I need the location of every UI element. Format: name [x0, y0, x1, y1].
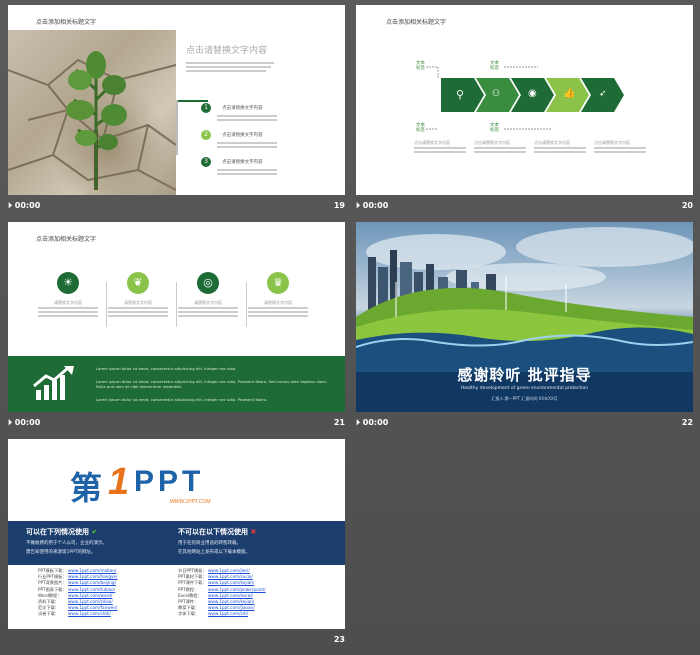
link-row: 试卷下载： www.1ppt.com/shiti/ — [38, 611, 178, 617]
check-icon: ✔ — [91, 528, 98, 536]
label-bottom-2: 文本 标签 — [490, 123, 499, 133]
slide-time: 00:00 — [14, 418, 41, 427]
banner-line-3: Lorem ipsum dolor sit amet, consectetur … — [96, 397, 268, 402]
cannot-item: 在其他网站上发布或以下载本模版。 — [178, 550, 250, 555]
banner-line-1: Lorem ipsum dolor sit amet, consectetur … — [96, 366, 237, 371]
cannot-item: 用于任何商业用途的转售转载。 — [178, 541, 241, 546]
feature-1: ☀ 请替换文字内容 — [38, 272, 98, 319]
cannot-title: 不可以在以下情况使用 ✖ — [178, 528, 257, 536]
link-url[interactable]: www.1ppt.com/jiaoan/ — [208, 605, 255, 610]
link-url[interactable]: www.1ppt.com/jieri/ — [208, 568, 250, 573]
bullet-label: 点击请替换文字内容 — [222, 160, 263, 165]
slide-meta-20: ⏵ 00:00 20 — [356, 199, 693, 213]
caption-2: 点击请替换文字内容 — [474, 140, 526, 155]
process-arrows — [426, 66, 624, 130]
label-top-2: 文本 标签 — [490, 61, 499, 71]
slide-meta-22: ⏵ 00:00 22 — [356, 416, 693, 430]
slide-thumbnail-19[interactable]: 点击添加相关标题文字 点击请替换文字内容 1 点击请替换文字内容 2 点击请替换… — [8, 5, 345, 195]
link-label: 试卷下载： — [38, 611, 59, 617]
can-item: 不做收费的用于个人公司，企业的演示。 — [26, 541, 107, 546]
link-url[interactable]: www.1ppt.com/sucai/ — [208, 574, 253, 579]
slide-number: 21 — [333, 418, 345, 427]
slide-time: 00:00 — [14, 201, 41, 210]
chart-arrow-icon — [33, 366, 74, 400]
slide-number: 19 — [333, 201, 345, 210]
thank-you-subtitle-en: Healthy development of green environment… — [460, 386, 589, 391]
slide-number: 23 — [333, 635, 345, 644]
thumbs-up-icon: 👍 — [563, 88, 576, 99]
slide-time: 00:00 — [362, 201, 389, 210]
link-url[interactable]: www.1ppt.com/kejian/ — [208, 599, 254, 604]
feature-2: ❦ 请替换文字内容 — [108, 272, 168, 319]
eye-icon: ◉ — [528, 88, 537, 99]
target-icon: ◎ — [197, 272, 219, 294]
caption-1: 点击请替换文字内容 — [414, 140, 466, 155]
play-icon: ⏵ — [8, 201, 15, 210]
step-marker: 3 — [201, 157, 211, 167]
link-url[interactable]: www.1ppt.com/excel/ — [208, 593, 253, 598]
link-url[interactable]: www.1ppt.com/hangye/ — [68, 574, 118, 579]
play-icon: ⏵ — [356, 201, 363, 210]
slide-thumbnail-20[interactable]: 点击添加相关标题文字 ⚲ ⚇ ◉ 👍 ➶ 文本 标签 文本 标签 文本 标签 文… — [356, 5, 693, 195]
banner-line-2: Lorem ipsum dolor sit amet, consectetur … — [96, 379, 328, 389]
thank-you-title: 感谢聆听 批评指导 — [457, 366, 592, 384]
photo-cracked-earth-plant — [8, 30, 176, 195]
slide-number: 22 — [681, 418, 693, 427]
bullet-2: 2 点击请替换文字内容 — [201, 121, 277, 150]
slide-thumbnail-23[interactable]: 第 1 PPT WWW.1PPT.COM 可以在下列情况使用 ✔ 不做收费的用于… — [8, 439, 345, 629]
link-url[interactable]: www.1ppt.com/ziliao/ — [68, 599, 113, 604]
link-url[interactable]: www.1ppt.com/moban/ — [68, 568, 116, 573]
slide-thumbnail-21[interactable]: 点击添加相关标题文字 ☀ 请替换文字内容 ❦ 请替换文字内容 ◎ 请替换文字内容… — [8, 222, 345, 412]
slide-time: 00:00 — [362, 418, 389, 427]
link-url[interactable]: www.1ppt.com/kejian/ — [208, 580, 254, 585]
feature-4: ♛ 请替换文字内容 — [248, 272, 308, 319]
usage-panel: 可以在下列情况使用 ✔ 不做收费的用于个人公司，企业的演示。 需告知使用的来源第… — [8, 521, 345, 565]
label-top-1: 文本 标签 — [416, 61, 425, 71]
slide-meta-21: ⏵ 00:00 21 — [8, 416, 345, 430]
trophy-icon: ♛ — [267, 272, 289, 294]
green-banner: Lorem ipsum dolor sit amet, consectetur … — [8, 356, 345, 412]
label-bottom-1: 文本 标签 — [416, 123, 425, 133]
links-right: 节日PPT模板：www.1ppt.com/jieri/PPT素材下载：www.1… — [178, 568, 318, 618]
link-url[interactable]: www.1ppt.com/ziti/ — [208, 611, 248, 616]
cross-icon: ✖ — [250, 528, 257, 536]
slide-thumbnail-22[interactable]: 感谢聆听 批评指导 Healthy development of green e… — [356, 222, 693, 412]
links-left: PPT模板下载：www.1ppt.com/moban/行业PPT模板：www.1… — [38, 568, 178, 618]
slide-heading: 点击请替换文字内容 — [186, 46, 268, 56]
rocket-icon: ➶ — [599, 89, 607, 99]
link-label: 字体下载： — [178, 611, 199, 617]
bullet-1: 1 点击请替换文字内容 — [201, 94, 277, 123]
bullet-3: 3 点击请替换文字内容 — [201, 148, 277, 177]
logo-1ppt: 第 1 PPT WWW.1PPT.COM — [70, 461, 211, 506]
lightbulb-icon: ☀ — [57, 272, 79, 294]
body-text-placeholder — [186, 60, 276, 74]
link-url[interactable]: www.1ppt.com/word/ — [68, 593, 112, 598]
people-icon: ⚇ — [492, 89, 501, 99]
can-item: 需告知使用的来源第1PPT的网址。 — [26, 550, 96, 555]
link-url[interactable]: www.1ppt.com/tubiao/ — [68, 587, 115, 592]
slide-meta-23: 23 — [8, 633, 345, 647]
feature-3: ◎ 请替换文字内容 — [178, 272, 238, 319]
caption-4: 点击请替换文字内容 — [594, 140, 646, 155]
search-icon: ⚲ — [456, 88, 465, 101]
presenter-line: 汇报人:第一PPT 汇报时间:XX年XX月 — [491, 396, 558, 401]
play-icon: ⏵ — [8, 418, 15, 427]
slide-number: 20 — [681, 201, 693, 210]
link-url[interactable]: www.1ppt.com/shiti/ — [68, 611, 111, 616]
caption-3: 点击请替换文字内容 — [534, 140, 586, 155]
slide-title: 点击添加相关标题文字 — [36, 19, 97, 26]
leaf-icon: ❦ — [127, 272, 149, 294]
link-url[interactable]: www.1ppt.com/powerpoint/ — [208, 587, 266, 592]
bullet-label: 点击请替换文字内容 — [222, 133, 263, 138]
can-title: 可以在下列情况使用 ✔ — [26, 528, 98, 536]
slide-title: 点击添加相关标题文字 — [36, 236, 97, 243]
step-marker: 2 — [201, 130, 211, 140]
link-url[interactable]: www.1ppt.com/fanwen/ — [68, 605, 117, 610]
link-url[interactable]: www.1ppt.com/beijing/ — [68, 580, 116, 585]
slide-meta-19: ⏵ 00:00 19 — [8, 199, 345, 213]
bullet-label: 点击请替换文字内容 — [222, 106, 263, 111]
link-row: 字体下载： www.1ppt.com/ziti/ — [178, 611, 318, 617]
play-icon: ⏵ — [356, 418, 363, 427]
step-marker: 1 — [201, 103, 211, 113]
